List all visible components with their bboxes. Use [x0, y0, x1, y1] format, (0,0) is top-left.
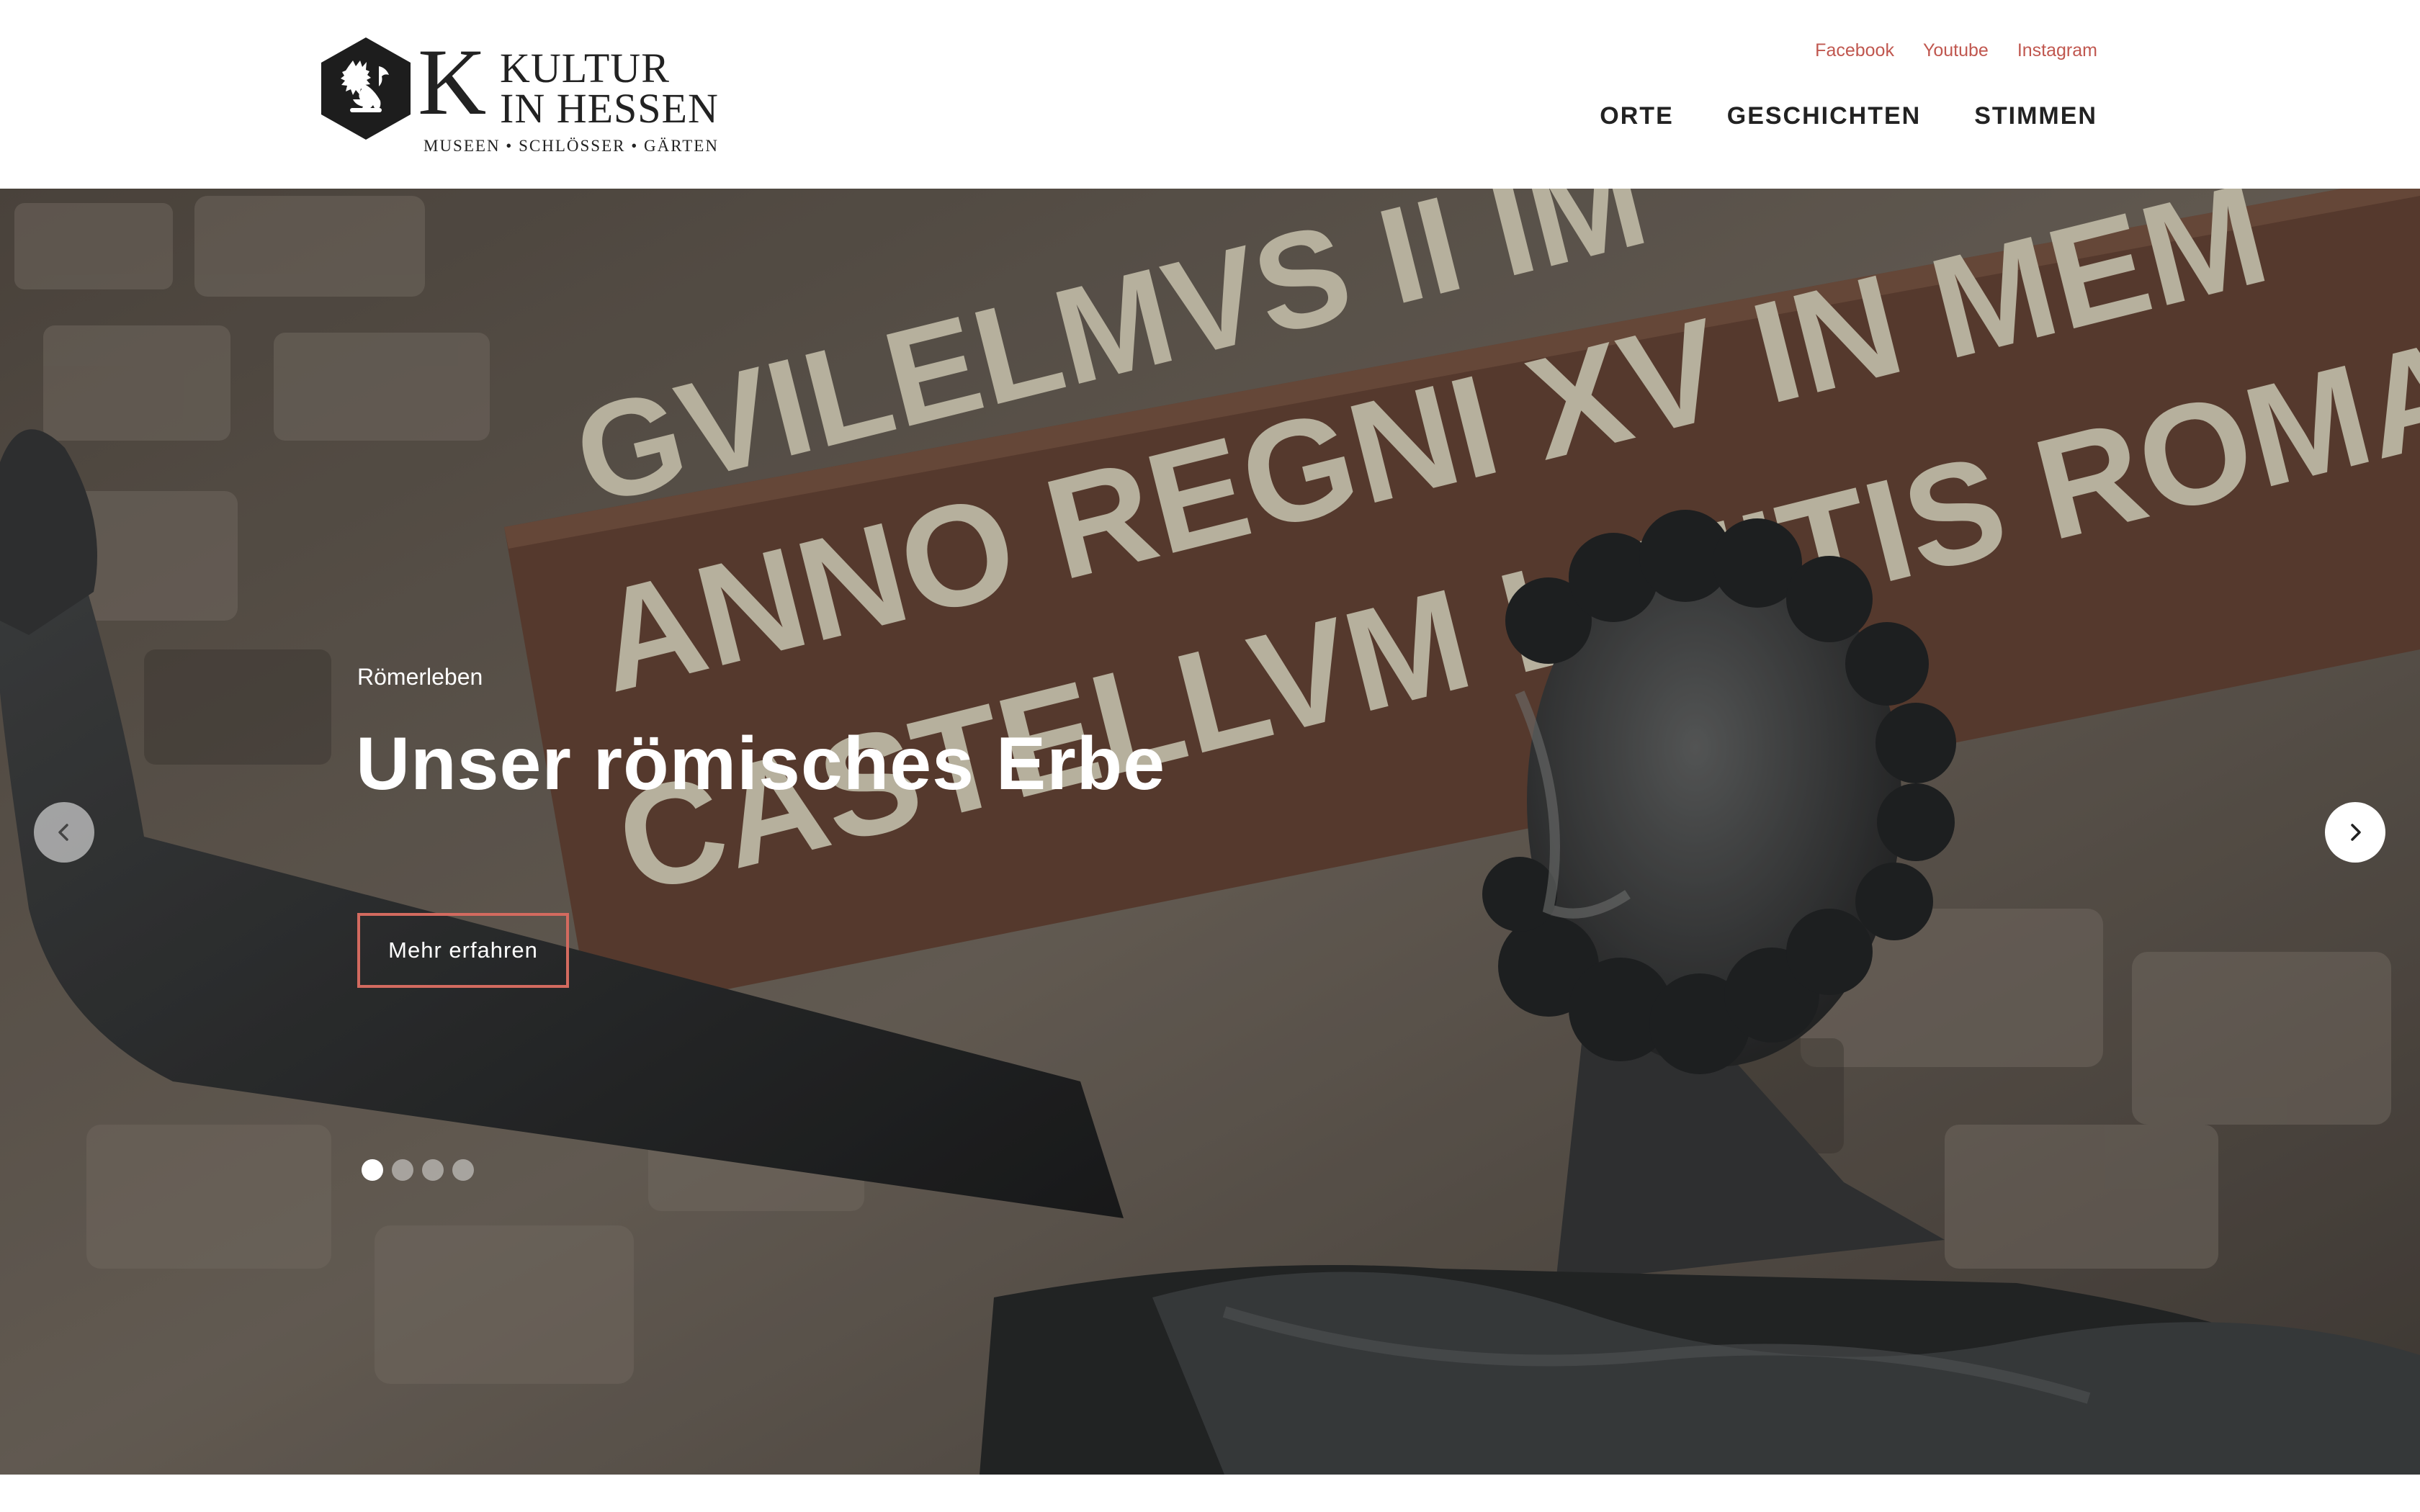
- slider-dots: [362, 1159, 474, 1181]
- logo-title-line1: KULTUR: [500, 45, 670, 91]
- site-header: K KULTUR IN HESSEN MUSEEN • SCHLÖSSER • …: [0, 0, 2420, 189]
- nav-item-stimmen[interactable]: STIMMEN: [1974, 102, 2097, 130]
- logo-subtitle: MUSEEN • SCHLÖSSER • GÄRTEN: [424, 137, 719, 155]
- slider-dot-1[interactable]: [362, 1159, 383, 1181]
- slider-prev-button[interactable]: [34, 802, 94, 863]
- facebook-link[interactable]: Facebook: [1815, 40, 1894, 61]
- chevron-right-icon: [2351, 824, 2361, 841]
- slider-dot-4[interactable]: [452, 1159, 474, 1181]
- hero-slider: GVILELMVS II IM ANNO REGNI XV IN MEM CAS…: [0, 189, 2420, 1475]
- logo-title-line2: IN HESSEN: [500, 85, 719, 132]
- slider-dot-2[interactable]: [392, 1159, 413, 1181]
- social-links: Facebook Youtube Instagram: [1815, 40, 2097, 61]
- chevron-left-icon: [58, 824, 68, 841]
- site-logo[interactable]: K KULTUR IN HESSEN MUSEEN • SCHLÖSSER • …: [321, 29, 718, 160]
- slider-next-button[interactable]: [2325, 802, 2385, 863]
- hero-overlay: [0, 189, 2420, 1475]
- lion-icon: [321, 37, 411, 140]
- instagram-link[interactable]: Instagram: [2017, 40, 2097, 61]
- mehr-erfahren-button[interactable]: Mehr erfahren: [357, 913, 569, 988]
- logo-letter: K: [418, 29, 487, 135]
- nav-item-orte[interactable]: ORTE: [1600, 102, 1673, 130]
- nav-item-geschichten[interactable]: GESCHICHTEN: [1727, 102, 1921, 130]
- hero-title: Unser römisches Erbe: [356, 722, 1166, 806]
- youtube-link[interactable]: Youtube: [1923, 40, 1989, 61]
- hero-eyebrow: Römerleben: [357, 664, 483, 690]
- slider-dot-3[interactable]: [422, 1159, 444, 1181]
- main-nav: ORTE GESCHICHTEN STIMMEN: [1600, 102, 2097, 130]
- page-bottom-strip: [0, 1475, 2420, 1512]
